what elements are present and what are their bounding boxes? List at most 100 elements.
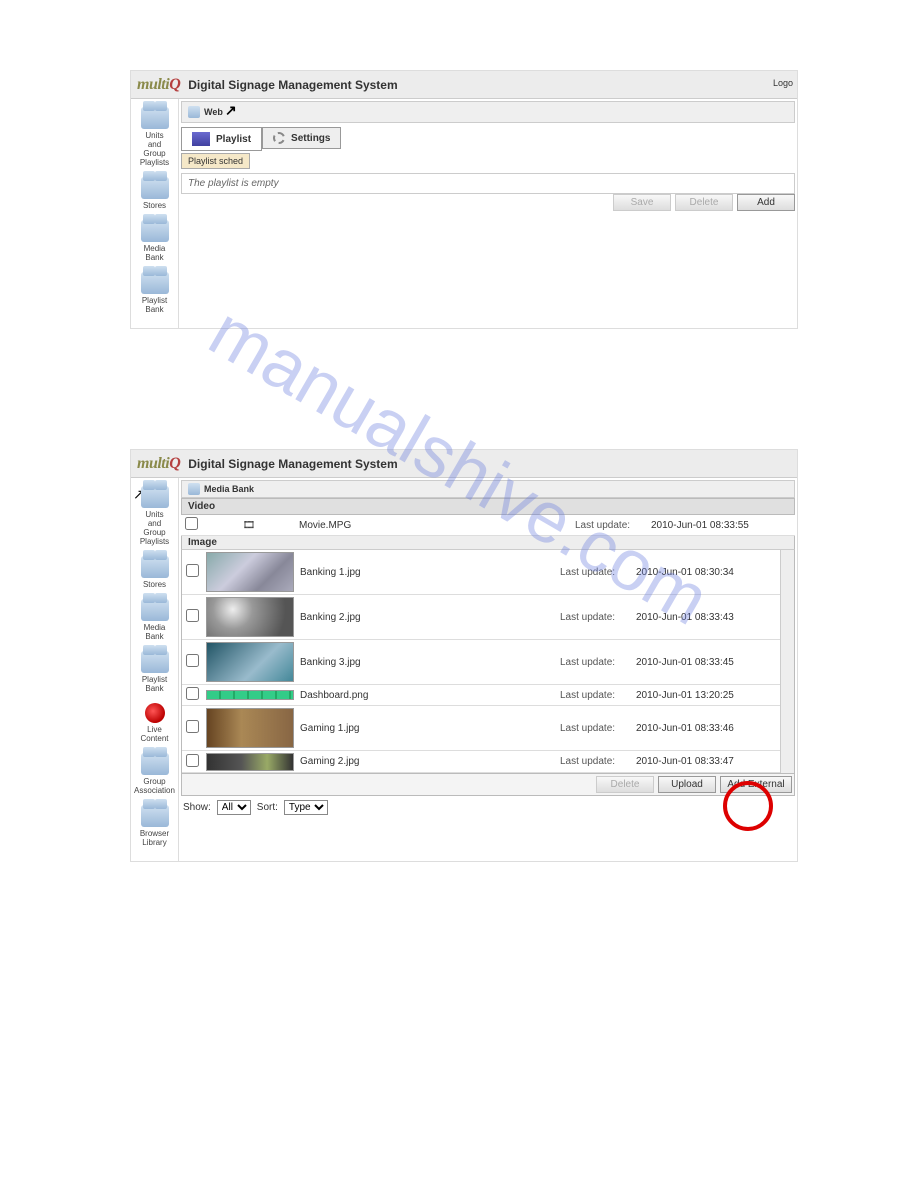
browser-library-icon bbox=[141, 805, 169, 827]
subtab-playlist-sched[interactable]: Playlist sched bbox=[181, 153, 250, 169]
media-filename: Banking 1.jpg bbox=[300, 567, 554, 578]
sidebar-item-media-bank[interactable]: Media Bank bbox=[133, 220, 176, 262]
media-date: 2010-Jun-01 08:30:34 bbox=[636, 567, 776, 578]
media-filename: Banking 3.jpg bbox=[300, 657, 554, 668]
sidebar: Units and Group Playlists Stores Media B… bbox=[131, 478, 179, 861]
playlist-bank-icon bbox=[141, 651, 169, 673]
media-thumbnail bbox=[206, 708, 294, 748]
show-select[interactable]: All bbox=[217, 800, 251, 815]
row-checkbox[interactable] bbox=[186, 654, 199, 667]
sidebar-item-playlist-bank[interactable]: Playlist Bank bbox=[133, 651, 176, 693]
last-update-label: Last update: bbox=[560, 657, 630, 668]
breadcrumb: Media Bank bbox=[181, 480, 795, 498]
main-panel: Web Playlist Settings Playlist sched The… bbox=[179, 99, 797, 328]
upload-button[interactable]: Upload bbox=[658, 776, 716, 793]
media-filename: Movie.MPG bbox=[299, 520, 569, 531]
row-checkbox[interactable] bbox=[186, 609, 199, 622]
sidebar-item-group-association[interactable]: Group Association bbox=[133, 753, 176, 795]
media-filename: Gaming 1.jpg bbox=[300, 723, 554, 734]
tab-settings[interactable]: Settings bbox=[262, 127, 341, 149]
breadcrumb-label: Web bbox=[204, 107, 223, 117]
app-header: multiQ Digital Signage Management System… bbox=[131, 71, 797, 99]
tab-playlist[interactable]: Playlist bbox=[181, 127, 262, 151]
add-external-button[interactable]: Add External bbox=[720, 776, 792, 793]
media-filename: Dashboard.png bbox=[300, 690, 554, 701]
section-header-video: Video bbox=[181, 498, 795, 515]
delete-button[interactable]: Delete bbox=[675, 194, 733, 211]
media-filename: Banking 2.jpg bbox=[300, 612, 554, 623]
breadcrumb-label: Media Bank bbox=[204, 484, 254, 494]
show-label: Show: bbox=[183, 802, 211, 813]
brand-logo: multiQ bbox=[137, 455, 180, 473]
sidebar-item-browser-library[interactable]: Browser Library bbox=[133, 805, 176, 847]
row-checkbox[interactable] bbox=[185, 517, 198, 530]
sidebar-item-stores[interactable]: Stores bbox=[133, 556, 176, 589]
units-icon bbox=[141, 107, 169, 129]
sidebar-item-playlist-bank[interactable]: Playlist Bank bbox=[133, 272, 176, 314]
delete-button[interactable]: Delete bbox=[596, 776, 654, 793]
last-update-label: Last update: bbox=[560, 567, 630, 578]
row-checkbox[interactable] bbox=[186, 687, 199, 700]
live-content-icon bbox=[145, 703, 165, 723]
media-thumbnail bbox=[206, 753, 294, 771]
media-date: 2010-Jun-01 08:33:45 bbox=[636, 657, 776, 668]
mouse-cursor-icon bbox=[225, 102, 237, 118]
media-date: 2010-Jun-01 08:33:47 bbox=[636, 756, 776, 767]
logo-link[interactable]: Logo bbox=[773, 78, 793, 88]
row-checkbox[interactable] bbox=[186, 564, 199, 577]
playlist-icon bbox=[192, 132, 210, 146]
media-thumbnail bbox=[206, 597, 294, 637]
sort-label: Sort: bbox=[257, 802, 278, 813]
playlist-bank-icon bbox=[141, 272, 169, 294]
app-title: Digital Signage Management System bbox=[188, 78, 397, 92]
media-date: 2010-Jun-01 08:33:43 bbox=[636, 612, 776, 623]
media-thumbnail bbox=[206, 690, 294, 700]
units-icon bbox=[141, 486, 169, 508]
media-row[interactable]: 🎞 Movie.MPG Last update: 2010-Jun-01 08:… bbox=[181, 515, 795, 536]
media-bank-icon bbox=[141, 599, 169, 621]
sidebar: Units and Group Playlists Stores Media B… bbox=[131, 99, 179, 328]
media-thumbnail bbox=[206, 552, 294, 592]
media-filename: Gaming 2.jpg bbox=[300, 756, 554, 767]
media-bank-icon bbox=[188, 483, 200, 495]
sidebar-item-media-bank[interactable]: Media Bank bbox=[133, 599, 176, 641]
last-update-label: Last update: bbox=[560, 612, 630, 623]
stores-icon bbox=[141, 177, 169, 199]
playlist-empty-message: The playlist is empty bbox=[181, 173, 795, 194]
group-association-icon bbox=[141, 753, 169, 775]
sidebar-item-units[interactable]: Units and Group Playlists bbox=[133, 107, 176, 167]
media-row[interactable]: Banking 1.jpg Last update: 2010-Jun-01 0… bbox=[182, 550, 780, 595]
app-header: multiQ Digital Signage Management System bbox=[131, 450, 797, 478]
media-date: 2010-Jun-01 08:33:46 bbox=[636, 723, 776, 734]
stores-icon bbox=[141, 556, 169, 578]
scrollbar[interactable] bbox=[780, 550, 794, 773]
section-header-image: Image bbox=[181, 536, 795, 550]
media-list: Banking 1.jpg Last update: 2010-Jun-01 0… bbox=[182, 550, 780, 773]
sidebar-item-live-content[interactable]: Live Content bbox=[133, 703, 176, 743]
media-row[interactable]: Banking 2.jpg Last update: 2010-Jun-01 0… bbox=[182, 595, 780, 640]
video-file-icon: 🎞 bbox=[205, 520, 293, 531]
media-bank-icon bbox=[141, 220, 169, 242]
media-row[interactable]: Dashboard.png Last update: 2010-Jun-01 1… bbox=[182, 685, 780, 706]
media-thumbnail bbox=[206, 642, 294, 682]
media-row[interactable]: Gaming 1.jpg Last update: 2010-Jun-01 08… bbox=[182, 706, 780, 751]
last-update-label: Last update: bbox=[560, 756, 630, 767]
sidebar-item-units[interactable]: Units and Group Playlists bbox=[133, 486, 176, 546]
media-row[interactable]: Banking 3.jpg Last update: 2010-Jun-01 0… bbox=[182, 640, 780, 685]
media-date: 2010-Jun-01 08:33:55 bbox=[651, 520, 791, 531]
add-button[interactable]: Add bbox=[737, 194, 795, 211]
main-panel: Media Bank Video 🎞 Movie.MPG Last update… bbox=[179, 478, 797, 861]
screenshot-media-bank: multiQ Digital Signage Management System… bbox=[130, 449, 798, 862]
last-update-label: Last update: bbox=[560, 723, 630, 734]
media-row[interactable]: Gaming 2.jpg Last update: 2010-Jun-01 08… bbox=[182, 751, 780, 773]
sort-select[interactable]: Type bbox=[284, 800, 328, 815]
save-button[interactable]: Save bbox=[613, 194, 671, 211]
last-update-label: Last update: bbox=[560, 690, 630, 701]
row-checkbox[interactable] bbox=[186, 754, 199, 767]
screenshot-playlist: multiQ Digital Signage Management System… bbox=[130, 70, 798, 329]
gear-icon bbox=[273, 132, 285, 144]
app-title: Digital Signage Management System bbox=[188, 457, 397, 471]
sidebar-item-stores[interactable]: Stores bbox=[133, 177, 176, 210]
media-date: 2010-Jun-01 13:20:25 bbox=[636, 690, 776, 701]
row-checkbox[interactable] bbox=[186, 720, 199, 733]
